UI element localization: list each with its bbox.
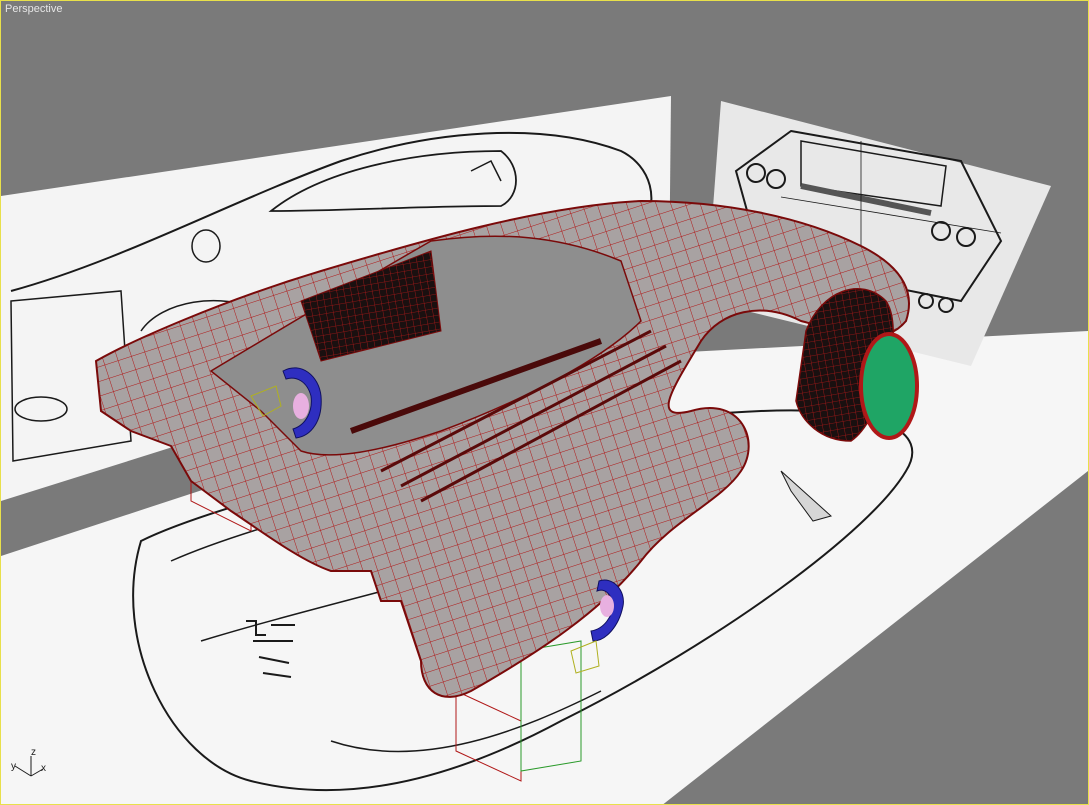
3d-scene[interactable] (1, 1, 1088, 804)
axis-label-x: x (41, 763, 46, 774)
rear-wheel[interactable] (859, 332, 919, 440)
axis-label-z: z (31, 747, 36, 758)
viewport-label[interactable]: Perspective (5, 3, 62, 15)
perspective-viewport[interactable]: Perspective z y x (0, 0, 1089, 805)
axis-label-y: y (11, 761, 16, 772)
